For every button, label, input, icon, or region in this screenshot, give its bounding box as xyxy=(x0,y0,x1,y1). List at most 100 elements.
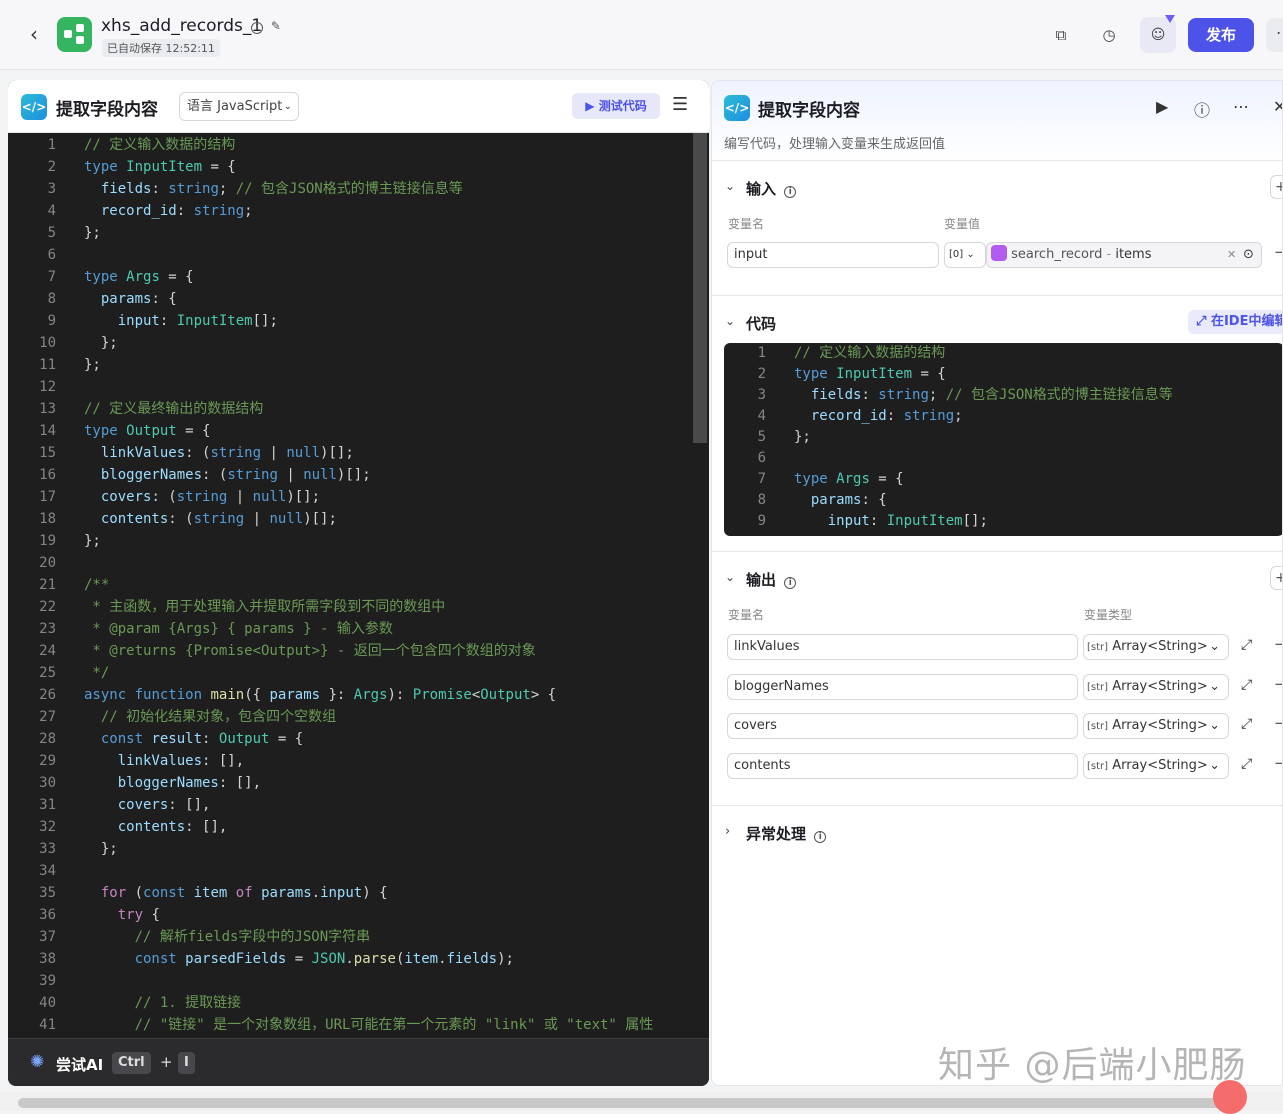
horizontal-scrollbar[interactable] xyxy=(18,1098,1230,1108)
code-line[interactable]: 8 params: { xyxy=(724,490,1282,511)
code-line[interactable]: 3 fields: string; // 包含JSON格式的博主链接信息等 xyxy=(724,385,1282,406)
code-line[interactable]: 29 linkValues: [], xyxy=(8,750,709,772)
output-name-field[interactable]: contents xyxy=(727,752,1078,779)
code-line[interactable]: 36 try { xyxy=(8,904,709,926)
code-line[interactable]: 17 covers: (string | null)[]; xyxy=(8,486,709,508)
chevron-right-icon[interactable]: › xyxy=(725,824,730,839)
code-line[interactable]: 22 * 主函数，用于处理输入并提取所需字段到不同的数组中 xyxy=(8,596,709,618)
code-line[interactable]: 34 xyxy=(8,860,709,882)
input-reference-field[interactable]: search_record - items ✕ ⊙ xyxy=(986,242,1262,268)
info-icon[interactable]: i xyxy=(784,186,797,198)
more-dots-icon[interactable]: ⋯ xyxy=(1233,97,1249,116)
code-line[interactable]: 27 // 初始化结果对象，包含四个空数组 xyxy=(8,706,709,728)
code-line[interactable]: 18 contents: (string | null)[]; xyxy=(8,508,709,530)
more-options-button[interactable]: ⋯ xyxy=(1266,18,1283,52)
input-section-title[interactable]: 输入 i xyxy=(746,178,797,199)
code-line[interactable]: 12 xyxy=(8,376,709,398)
target-icon[interactable]: ⊙ xyxy=(1243,243,1254,267)
output-name-field[interactable]: linkValues xyxy=(727,634,1078,660)
code-line[interactable]: 16 bloggerNames: (string | null)[]; xyxy=(8,464,709,486)
code-line[interactable]: 5}; xyxy=(724,427,1282,448)
code-line[interactable]: 1 // 定义输入数据的结构 xyxy=(8,134,709,156)
clear-icon[interactable]: ✕ xyxy=(1227,243,1236,267)
history-icon[interactable]: ◷ xyxy=(1096,22,1122,48)
run-play-icon[interactable]: ▶ xyxy=(1156,97,1168,116)
input-name-field[interactable]: input xyxy=(727,242,939,268)
language-select[interactable]: 语言 JavaScript ⌄ xyxy=(179,92,299,121)
code-line[interactable]: 6 xyxy=(8,244,709,266)
info-icon[interactable]: i xyxy=(784,577,797,589)
code-line[interactable]: 6 xyxy=(724,448,1282,469)
code-line[interactable]: 10 }; xyxy=(8,332,709,354)
code-line[interactable]: 25 */ xyxy=(8,662,709,684)
code-line[interactable]: 2 type InputItem = { xyxy=(8,156,709,178)
code-line[interactable]: 30 bloggerNames: [], xyxy=(8,772,709,794)
add-output-button[interactable]: + xyxy=(1270,566,1282,590)
code-line[interactable]: 33 }; xyxy=(8,838,709,860)
info-icon[interactable]: i xyxy=(251,22,263,34)
help-icon[interactable]: ⓘ xyxy=(1194,97,1210,121)
code-line[interactable]: 40 // 1. 提取链接 xyxy=(8,992,709,1014)
output-name-field[interactable]: covers xyxy=(727,713,1078,739)
close-icon[interactable]: ✕ xyxy=(1273,97,1282,116)
code-line[interactable]: 41 // "链接" 是一个对象数组，URL可能在第一个元素的 "link" 或… xyxy=(8,1014,709,1036)
remove-output-icon[interactable]: − xyxy=(1274,714,1282,732)
code-section-title[interactable]: 代码 xyxy=(746,313,776,334)
expand-icon[interactable]: ⤢ xyxy=(1241,677,1252,693)
expand-icon[interactable]: ⤢ xyxy=(1241,756,1252,772)
code-line[interactable]: 9 input: InputItem[]; xyxy=(8,310,709,332)
add-input-button[interactable]: + xyxy=(1270,175,1282,199)
code-line[interactable]: 9 input: InputItem[]; xyxy=(724,511,1282,532)
code-line[interactable]: 8 params: { xyxy=(8,288,709,310)
code-line[interactable]: 20 xyxy=(8,552,709,574)
code-line[interactable]: 35 for (const item of params.input) { xyxy=(8,882,709,904)
expand-icon[interactable]: ⤢ xyxy=(1241,637,1252,653)
code-line[interactable]: 3 fields: string; // 包含JSON格式的博主链接信息等 xyxy=(8,178,709,200)
code-line[interactable]: 23 * @param {Args} { params } - 输入参数 xyxy=(8,618,709,640)
code-line[interactable]: 37 // 解析fields字段中的JSON字符串 xyxy=(8,926,709,948)
code-line[interactable]: 38 const parsedFields = JSON.parse(item.… xyxy=(8,948,709,970)
output-type-select[interactable]: [str] Array<String> ⌄ xyxy=(1083,634,1229,660)
collaborators-button[interactable]: ☺ xyxy=(1140,17,1176,53)
edit-icon[interactable]: ✎ xyxy=(271,19,281,33)
code-line[interactable]: 26 async function main({ params }: Args):… xyxy=(8,684,709,706)
code-line[interactable]: 7 type Args = { xyxy=(8,266,709,288)
code-line[interactable]: 4 record_id: string; xyxy=(724,406,1282,427)
remove-output-icon[interactable]: − xyxy=(1274,675,1282,693)
chevron-down-icon[interactable]: ⌄ xyxy=(725,314,735,328)
collapse-menu-icon[interactable]: ☰ xyxy=(672,94,688,115)
exception-section-title[interactable]: 异常处理 i xyxy=(746,823,827,844)
edit-in-ide-button[interactable]: ⤢ 在IDE中编辑 xyxy=(1188,310,1282,334)
output-type-select[interactable]: [str] Array<String> ⌄ xyxy=(1083,713,1229,739)
copy-icon[interactable]: ⧉ xyxy=(1048,22,1074,48)
publish-button[interactable]: 发布 xyxy=(1188,18,1254,52)
code-line[interactable]: 24 * @returns {Promise<Output>} - 返回一个包含… xyxy=(8,640,709,662)
expand-icon[interactable]: ⤢ xyxy=(1241,716,1252,732)
test-code-button[interactable]: ▶ 测试代码 xyxy=(572,93,660,119)
code-line[interactable]: 15 linkValues: (string | null)[]; xyxy=(8,442,709,464)
output-section-title[interactable]: 输出 i xyxy=(746,569,797,590)
info-icon[interactable]: i xyxy=(814,831,827,843)
chevron-down-icon[interactable]: ⌄ xyxy=(725,570,735,584)
back-arrow-icon[interactable]: ‹ xyxy=(22,22,46,46)
remove-input-icon[interactable]: − xyxy=(1274,243,1282,261)
code-line[interactable]: 4 record_id: string; xyxy=(8,200,709,222)
code-line[interactable]: 2 type InputItem = { xyxy=(724,364,1282,385)
code-line[interactable]: 21 /** xyxy=(8,574,709,596)
code-line[interactable]: 7 type Args = { xyxy=(724,469,1282,490)
code-line[interactable]: 19}; xyxy=(8,530,709,552)
code-line[interactable]: 13 // 定义最终输出的数据结构 xyxy=(8,398,709,420)
avatar[interactable] xyxy=(1213,1080,1247,1114)
code-line[interactable]: 1 // 定义输入数据的结构 xyxy=(724,343,1282,364)
try-ai-label[interactable]: 尝试AI xyxy=(56,1054,103,1075)
code-line[interactable]: 14 type Output = { xyxy=(8,420,709,442)
code-line[interactable]: 32 contents: [], xyxy=(8,816,709,838)
code-line[interactable]: 28 const result: Output = { xyxy=(8,728,709,750)
output-type-select[interactable]: [str] Array<String> ⌄ xyxy=(1083,673,1229,700)
remove-output-icon[interactable]: − xyxy=(1274,635,1282,653)
remove-output-icon[interactable]: − xyxy=(1274,754,1282,772)
code-line[interactable]: 11}; xyxy=(8,354,709,376)
input-type-select[interactable]: [0] ⌄ xyxy=(944,242,986,268)
chevron-down-icon[interactable]: ⌄ xyxy=(725,179,735,193)
code-line[interactable]: 5}; xyxy=(8,222,709,244)
